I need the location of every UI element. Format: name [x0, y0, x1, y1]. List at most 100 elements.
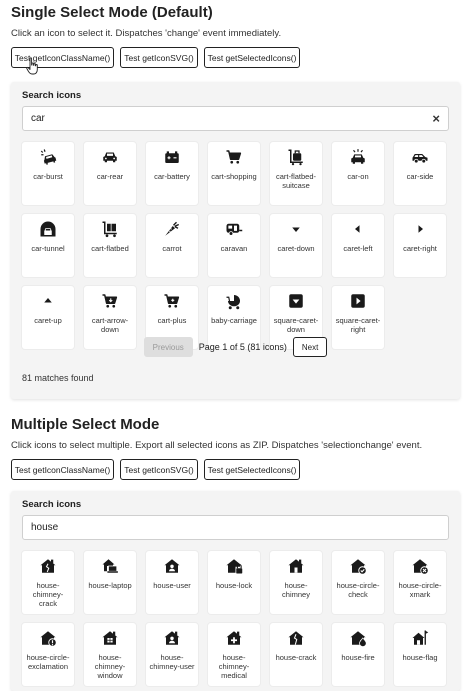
single-icon-tile[interactable]: caret-right: [394, 214, 446, 277]
single-icon-tile[interactable]: caret-left: [332, 214, 384, 277]
icon-tile-label: house-laptop: [88, 581, 132, 590]
square-caret-down-icon: [289, 294, 303, 308]
single-select-description: Click an icon to select it. Dispatches '…: [11, 28, 282, 39]
house-laptop-icon: [102, 559, 118, 573]
house-chimney-medical-icon: [226, 631, 242, 645]
single-icon-tile[interactable]: car-on: [332, 142, 384, 205]
single-icon-tile[interactable]: cart-shopping: [208, 142, 260, 205]
baby-carriage-icon: [226, 295, 240, 310]
icon-tile-label: house-chimney-user: [149, 653, 195, 671]
multiple-icon-tile[interactable]: house-circle-exclamation: [22, 623, 74, 686]
house-crack-icon: [288, 631, 304, 645]
single-search-box: ×: [22, 106, 449, 131]
page-info: Page 1 of 5 (81 icons): [198, 342, 287, 352]
car-rear-icon: [103, 152, 117, 163]
icon-tile-label: house-chimney: [282, 581, 310, 599]
test-get-selected-icons-button[interactable]: Test getSelectedIcons(): [204, 47, 300, 68]
single-icon-tile[interactable]: car-tunnel: [22, 214, 74, 277]
multiple-icon-tile[interactable]: house-chimney-window: [84, 623, 136, 686]
multi-test-get-icon-class-name-button[interactable]: Test getIconClassName(): [11, 459, 114, 480]
multiple-search-box: [22, 515, 449, 540]
multiple-icon-tile[interactable]: house-chimney-crack: [22, 551, 74, 614]
single-icon-tile[interactable]: car-battery: [146, 142, 198, 205]
single-icon-tile[interactable]: caret-down: [270, 214, 322, 277]
single-icon-tile[interactable]: car-burst: [22, 142, 74, 205]
multiple-icon-tile[interactable]: house-circle-xmark: [394, 551, 446, 614]
multiple-icon-tile[interactable]: house-circle-check: [332, 551, 384, 614]
multiple-icon-grid: house-chimney-crack house-laptop house-use…: [22, 551, 446, 686]
house-circle-check-icon: [350, 559, 367, 575]
single-icon-tile[interactable]: carrot: [146, 214, 198, 277]
multiple-icon-tile[interactable]: house-chimney-medical: [208, 623, 260, 686]
house-chimney-crack-icon: [40, 559, 56, 573]
multiple-icon-tile[interactable]: house-chimney: [270, 551, 322, 614]
house-user-icon: [164, 559, 180, 573]
next-page-button[interactable]: Next: [292, 337, 328, 357]
caret-right-icon: [418, 225, 423, 233]
test-get-icon-svg-button[interactable]: Test getIconSVG(): [120, 47, 198, 68]
icon-tile-label: house-lock: [215, 581, 253, 590]
house-circle-xmark-icon: [412, 559, 429, 575]
icon-tile-label: car-burst: [33, 172, 63, 181]
multiple-select-description: Click icons to select multiple. Export a…: [11, 440, 423, 451]
car-side-icon: [412, 154, 428, 164]
icon-tile-label: house-user: [153, 581, 191, 590]
house-flag-icon: [412, 630, 429, 645]
house-fire-icon: [350, 631, 367, 647]
single-select-test-buttons: Test getIconClassName() Test getIconSVG(…: [11, 47, 463, 68]
single-search-label: Search icons: [22, 90, 82, 101]
icon-tile-label: cart-flatbed: [91, 244, 129, 253]
previous-page-button[interactable]: Previous: [143, 337, 193, 357]
icon-tile-label: square-caret-down: [273, 316, 319, 334]
icon-tile-label: caret-down: [277, 244, 315, 253]
multiple-icon-tile[interactable]: house-crack: [270, 623, 322, 686]
icon-tile-label: house-crack: [275, 653, 317, 662]
single-select-title: Single Select Mode (Default): [11, 4, 213, 21]
single-icon-tile[interactable]: car-side: [394, 142, 446, 205]
icon-tile-label: caret-left: [343, 244, 373, 253]
icon-tile-label: house-fire: [341, 653, 375, 662]
multiple-select-title: Multiple Select Mode: [11, 416, 160, 433]
icon-tile-label: cart-shopping: [211, 172, 257, 181]
multiple-icon-tile[interactable]: house-laptop: [84, 551, 136, 614]
icon-tile-label: house-circle-exclamation: [26, 653, 70, 671]
multiple-search-input[interactable]: [31, 522, 440, 533]
icon-tile-label: car-battery: [154, 172, 190, 181]
multiple-select-icon-picker: Search icons house-chimney-crack house-la…: [11, 491, 460, 691]
caret-up-icon: [44, 298, 52, 303]
multiple-select-test-buttons: Test getIconClassName() Test getIconSVG(…: [11, 459, 463, 480]
icon-tile-label: cart-flatbed-suitcase: [275, 172, 317, 190]
cart-plus-icon: [164, 294, 180, 308]
multiple-icon-tile[interactable]: house-chimney-user: [146, 623, 198, 686]
single-select-section: Single Select Mode (Default) Click an ic…: [11, 4, 463, 68]
icon-tile-label: caret-right: [403, 244, 437, 253]
cart-arrow-down-icon: [102, 294, 118, 308]
caret-down-icon: [292, 227, 300, 232]
icon-tile-label: house-chimney-crack: [32, 581, 64, 608]
multiple-select-section: Multiple Select Mode Click icons to sele…: [11, 416, 463, 480]
single-icon-tile[interactable]: cart-flatbed-suitcase: [270, 142, 322, 205]
icon-tile-label: house-chimney-window: [94, 653, 126, 680]
multiple-search-label: Search icons: [22, 499, 82, 510]
multiple-icon-tile[interactable]: house-flag: [394, 623, 446, 686]
icon-tile-label: car-rear: [96, 172, 124, 181]
single-select-icon-picker: Search icons × car-burst car-rear car-batt…: [11, 82, 460, 399]
cart-flatbed-icon: [102, 221, 117, 238]
icon-tile-label: car-side: [406, 172, 434, 181]
single-icon-tile[interactable]: cart-flatbed: [84, 214, 136, 277]
multiple-icon-tile[interactable]: house-lock: [208, 551, 260, 614]
clear-search-icon[interactable]: ×: [432, 112, 440, 125]
multiple-icon-tile[interactable]: house-fire: [332, 623, 384, 686]
hand-pointer-cursor-icon: [26, 57, 38, 75]
single-icon-tile[interactable]: car-rear: [84, 142, 136, 205]
single-icon-tile[interactable]: caravan: [208, 214, 260, 277]
multiple-icon-tile[interactable]: house-user: [146, 551, 198, 614]
multi-test-get-selected-icons-button[interactable]: Test getSelectedIcons(): [204, 459, 300, 480]
house-chimney-user-icon: [164, 631, 180, 645]
caret-left-icon: [355, 225, 360, 233]
single-search-input[interactable]: [31, 113, 433, 124]
multi-test-get-icon-svg-button[interactable]: Test getIconSVG(): [120, 459, 198, 480]
single-matches-count: 81 matches found: [22, 373, 94, 383]
icon-tile-label: house-circle-check: [336, 581, 380, 599]
car-on-icon: [351, 149, 365, 164]
